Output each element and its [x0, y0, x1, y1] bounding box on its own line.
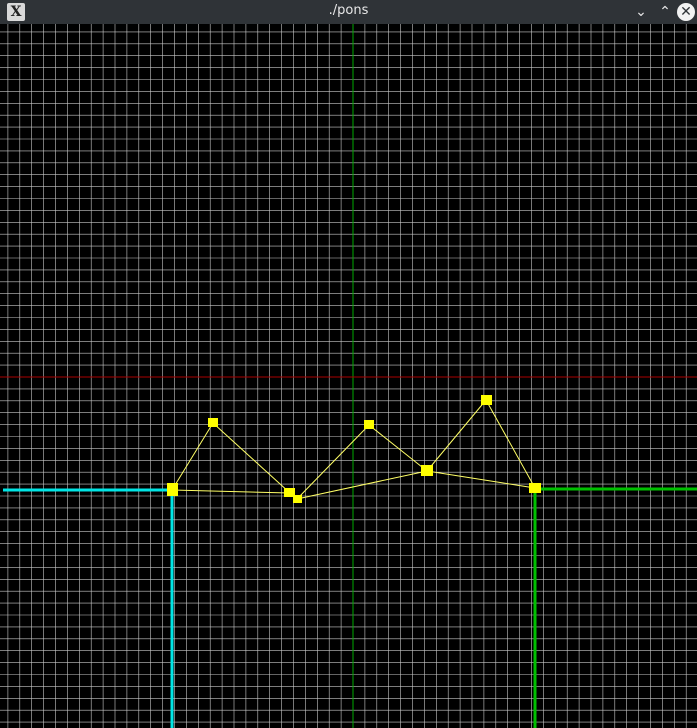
bridge-node[interactable]	[481, 395, 492, 405]
close-icon: ✕	[680, 4, 692, 20]
app-window: X ./pons ⌄ ⌃ ✕	[0, 0, 697, 728]
bridge-node[interactable]	[167, 483, 178, 496]
bridge-node[interactable]	[529, 483, 541, 493]
chevron-down-icon: ⌄	[635, 4, 647, 20]
bridge-node[interactable]	[364, 420, 374, 429]
chevron-up-icon: ⌃	[659, 4, 671, 20]
bridge-node[interactable]	[421, 465, 433, 476]
bridge-scene[interactable]	[0, 24, 697, 728]
title-bar[interactable]: X ./pons ⌄ ⌃ ✕	[0, 0, 697, 24]
minimize-button[interactable]: ⌄	[631, 2, 651, 22]
bridge-node[interactable]	[293, 495, 302, 503]
window-title: ./pons	[328, 3, 369, 18]
canvas-background	[0, 24, 697, 728]
simulation-canvas[interactable]	[0, 24, 697, 728]
close-button[interactable]: ✕	[677, 3, 695, 21]
bridge-node[interactable]	[208, 418, 218, 427]
maximize-button[interactable]: ⌃	[655, 2, 675, 22]
